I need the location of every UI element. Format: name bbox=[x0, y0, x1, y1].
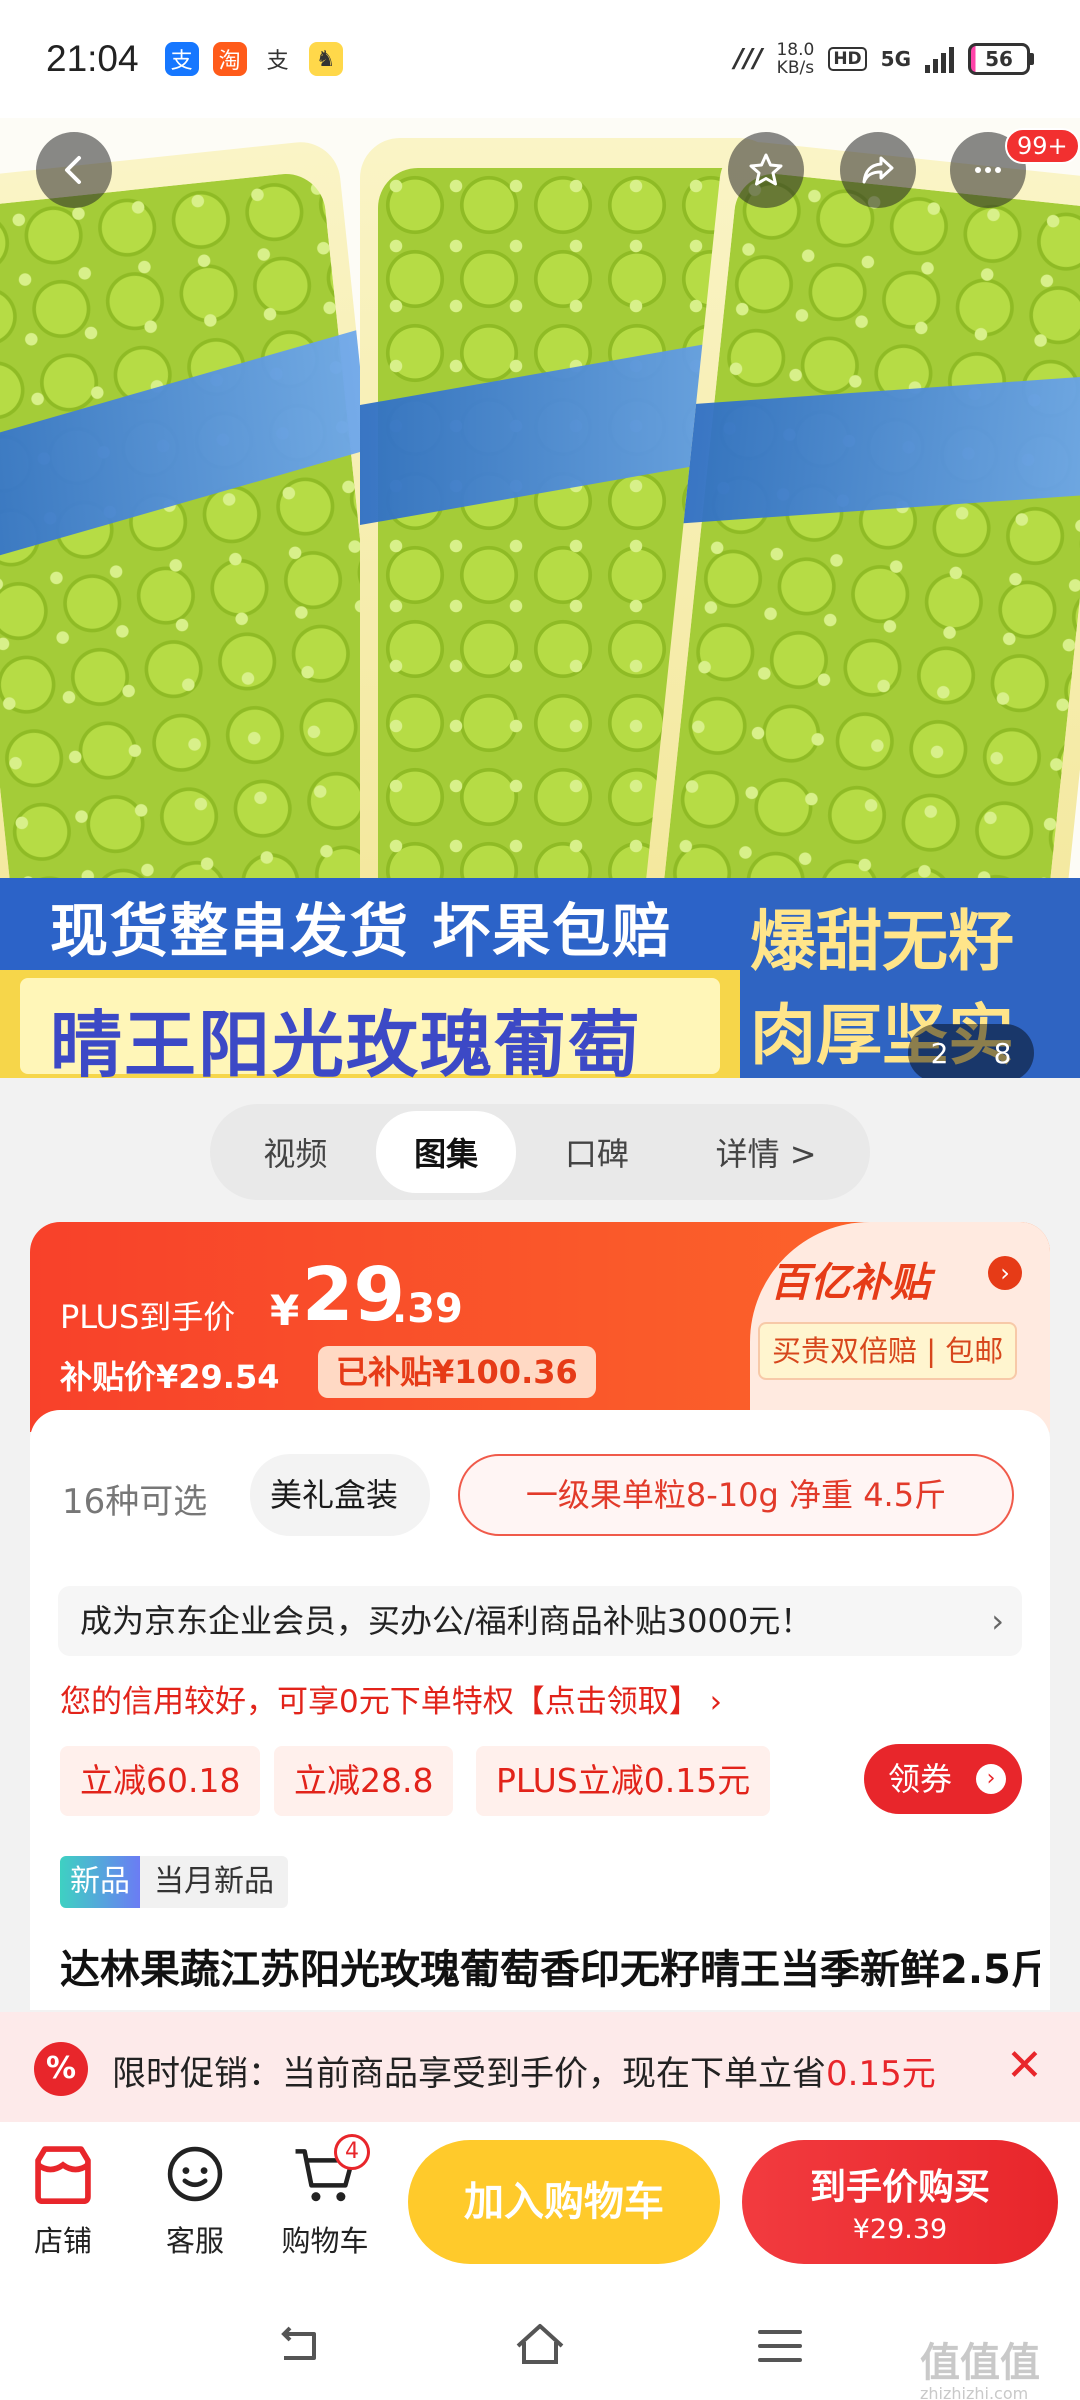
system-nav-bar bbox=[0, 2292, 1080, 2400]
nav-back-icon[interactable] bbox=[270, 2316, 330, 2376]
game-icon: ♞ bbox=[308, 42, 343, 76]
option-chip[interactable]: 美礼盒装 bbox=[250, 1454, 430, 1536]
store-button[interactable]: 店铺 bbox=[8, 2140, 118, 2260]
subsidy-price: 补贴价¥29.54 bbox=[60, 1358, 280, 1396]
bottom-action-bar: 店铺 客服 4 购物车 加入购物车 到手价购买 ¥29.39 bbox=[0, 2122, 1080, 2292]
buy-now-button[interactable]: 到手价购买 ¥29.39 bbox=[742, 2140, 1058, 2264]
enterprise-member-banner[interactable]: 成为京东企业会员，买办公/福利商品补贴3000元！ › bbox=[58, 1586, 1022, 1656]
tab-video[interactable]: 视频 bbox=[225, 1111, 365, 1193]
banner-headline: 现货整串发货 坏果包赔 bbox=[50, 897, 673, 965]
pager-current: 2 bbox=[930, 1036, 949, 1070]
net-speed-value: 18.0 bbox=[776, 40, 815, 60]
get-coupon-button[interactable]: 领券 › bbox=[864, 1744, 1022, 1814]
credit-privilege-link[interactable]: 您的信用较好，可享0元下单特权【点击领取】 › bbox=[60, 1676, 722, 1721]
tab-details[interactable]: 详情 > bbox=[678, 1111, 855, 1193]
cart-button[interactable]: 4 购物车 bbox=[270, 2134, 380, 2260]
promo-message: 限时促销：当前商品享受到手价，现在下单立省 bbox=[112, 2054, 826, 2094]
alipay-icon: 支 bbox=[164, 42, 199, 76]
chevron-right-icon: › bbox=[976, 1764, 1006, 1794]
close-icon[interactable]: ✕ bbox=[1006, 2040, 1043, 2091]
buy-price: ¥29.39 bbox=[852, 2214, 948, 2245]
new-badge: 新品 bbox=[60, 1856, 140, 1908]
pager-total: 8 bbox=[993, 1036, 1012, 1070]
banner-left: 现货整串发货 坏果包赔 晴王阳光玫瑰葡萄 bbox=[0, 878, 740, 1078]
promo-text: 限时促销：当前商品享受到手价，现在下单立省0.15元 bbox=[112, 2046, 936, 2095]
banner-product-name: 晴王阳光玫瑰葡萄 bbox=[50, 1003, 643, 1078]
site-watermark: 值值值 zhizhizhi.com bbox=[920, 2330, 1040, 2400]
price-decimal: .39 bbox=[392, 1286, 463, 1332]
option-count[interactable]: 16种可选 bbox=[62, 1474, 207, 1523]
subsidized-amount: 已补贴¥100.36 bbox=[318, 1346, 596, 1398]
net-speed-unit: KB/s bbox=[776, 58, 815, 78]
nav-home-icon[interactable] bbox=[510, 2316, 570, 2376]
limited-promo-bar[interactable]: % 限时促销：当前商品享受到手价，现在下单立省0.15元 ✕ bbox=[0, 2012, 1080, 2122]
new-tag-text: 当月新品 bbox=[140, 1856, 288, 1908]
back-button[interactable] bbox=[36, 132, 112, 208]
media-tabs: 视频 图集 口碑 详情 > bbox=[210, 1104, 870, 1200]
plus-price-label: PLUS到手价 bbox=[60, 1298, 236, 1336]
alipay-icon: 支 bbox=[260, 42, 295, 76]
new-product-tag: 新品 当月新品 bbox=[60, 1856, 288, 1908]
hd-icon: HD bbox=[828, 47, 867, 71]
add-to-cart-button[interactable]: 加入购物车 bbox=[408, 2140, 720, 2264]
buy-label: 到手价购买 bbox=[809, 2167, 990, 2208]
chevron-right-icon: › bbox=[991, 1602, 1004, 1640]
coupon-discount[interactable]: 立减28.8 bbox=[274, 1746, 454, 1816]
store-icon bbox=[35, 2146, 91, 2205]
image-pager: 2 8 bbox=[908, 1024, 1034, 1078]
star-icon bbox=[749, 153, 783, 186]
banner-product-name-box: 晴王阳光玫瑰葡萄 bbox=[20, 978, 720, 1078]
wifi-icon: /// bbox=[733, 44, 763, 74]
get-coupon-label: 领券 bbox=[888, 1760, 953, 1798]
watermark-text: 值值值 bbox=[920, 2340, 1040, 2386]
net-speed: 18.0 KB/s bbox=[776, 41, 814, 77]
banner-feature-1: 爆甜无籽 bbox=[750, 903, 1014, 980]
promo-saving: 0.15元 bbox=[826, 2054, 936, 2094]
battery-level: 56 bbox=[968, 43, 1030, 75]
tab-reviews[interactable]: 口碑 bbox=[527, 1111, 667, 1193]
customer-service-icon bbox=[167, 2146, 223, 2202]
service-button[interactable]: 客服 bbox=[140, 2140, 250, 2260]
store-label: 店铺 bbox=[33, 2224, 92, 2258]
share-icon bbox=[862, 156, 894, 184]
status-bar: 21:04 支 淘 支 ♞ /// 18.0 KB/s HD 5G 56 bbox=[0, 0, 1080, 118]
chevron-right-icon: › bbox=[988, 1256, 1022, 1290]
message-badge: 99+ bbox=[1005, 128, 1080, 164]
coupon-plus-discount[interactable]: PLUS立减0.15元 bbox=[476, 1746, 771, 1816]
signal-icon bbox=[925, 45, 954, 73]
price-currency: ¥ bbox=[270, 1286, 300, 1335]
back-arrow-icon bbox=[65, 156, 81, 184]
nav-menu-icon[interactable] bbox=[750, 2316, 810, 2376]
price-integer: 29 bbox=[302, 1252, 405, 1338]
price-card: PLUS到手价 ¥ 29 .39 补贴价¥29.54 已补贴¥100.36 百亿… bbox=[30, 1222, 1050, 1432]
product-page: 21:04 支 淘 支 ♞ /// 18.0 KB/s HD 5G 56 99+… bbox=[0, 0, 1080, 2400]
status-time: 21:04 bbox=[46, 38, 139, 79]
billion-subsidy-logo[interactable]: 百亿补贴 bbox=[770, 1250, 930, 1308]
coupon-discount[interactable]: 立减60.18 bbox=[60, 1746, 261, 1816]
tab-gallery[interactable]: 图集 bbox=[376, 1111, 517, 1193]
watermark-url: zhizhizhi.com bbox=[920, 2384, 1029, 2400]
taobao-icon: 淘 bbox=[212, 42, 247, 76]
product-info-card: 16种可选 美礼盒装 一级果单粒8-10g 净重 4.5斤 成为京东企业会员，买… bbox=[30, 1410, 1050, 2010]
battery-icon: 56 bbox=[968, 43, 1034, 75]
guarantee-tag: 买贵双倍赔 | 包邮 bbox=[758, 1322, 1018, 1380]
cart-label: 购物车 bbox=[281, 2224, 369, 2258]
percent-icon: % bbox=[34, 2042, 88, 2096]
option-chip-selected[interactable]: 一级果单粒8-10g 净重 4.5斤 bbox=[458, 1454, 1014, 1536]
service-label: 客服 bbox=[165, 2224, 224, 2258]
more-icon bbox=[975, 167, 1001, 173]
product-image-carousel[interactable]: 99+ 现货整串发货 坏果包赔 晴王阳光玫瑰葡萄 爆甜无籽 肉厚坚实 2 8 bbox=[0, 118, 1080, 1078]
grape-bag-image bbox=[0, 138, 422, 998]
cart-count-badge: 4 bbox=[334, 2134, 370, 2170]
favorite-button[interactable] bbox=[728, 132, 804, 208]
network-type: 5G bbox=[880, 47, 911, 71]
share-button[interactable] bbox=[840, 132, 916, 208]
product-title: 达林果蔬江苏阳光玫瑰葡萄香印无籽晴王当季新鲜2.5斤整箱水果礼盒一级果单粒8-1… bbox=[60, 1947, 1040, 1993]
status-indicators: /// 18.0 KB/s HD 5G 56 bbox=[734, 41, 1034, 77]
enterprise-text: 成为京东企业会员，买办公/福利商品补贴3000元！ bbox=[80, 1602, 813, 1640]
